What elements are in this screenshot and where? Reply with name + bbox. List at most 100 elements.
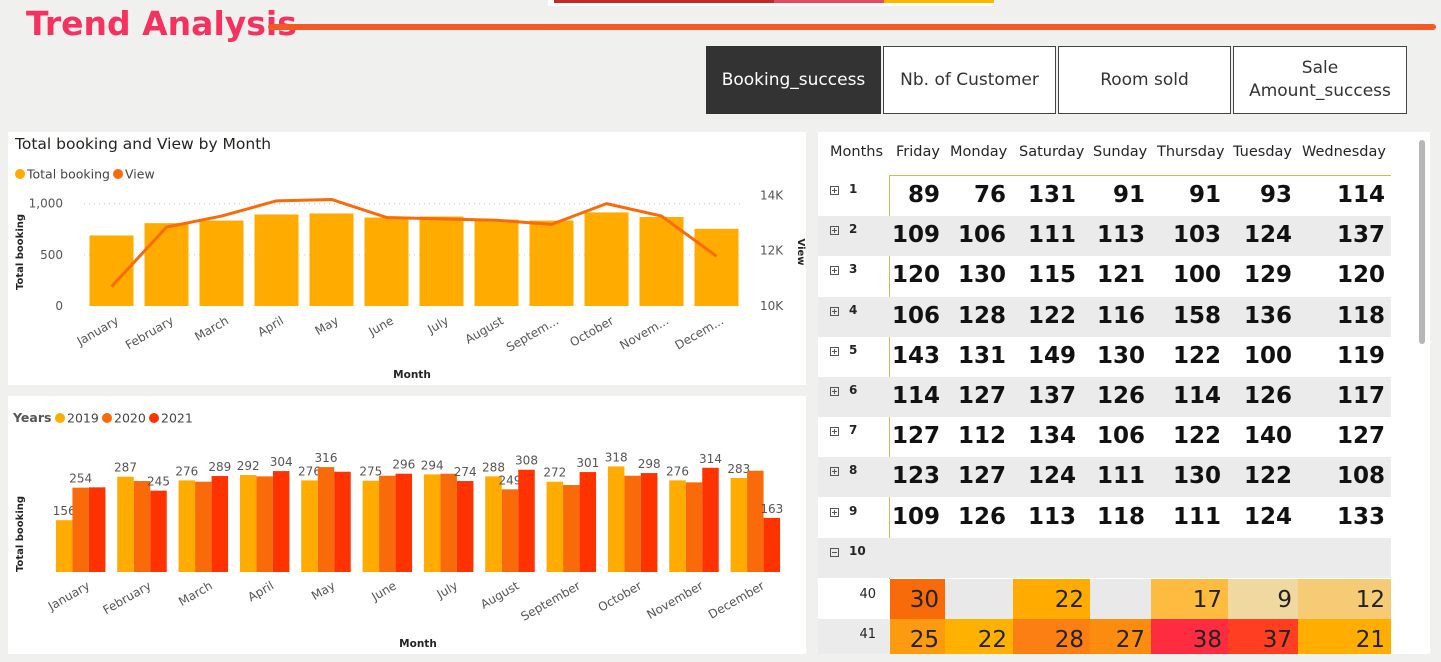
column-header-thursday[interactable]: Thursday [1157,144,1224,160]
data-label: 163 [760,502,783,516]
bar-2019[interactable] [55,520,73,572]
data-label: 314 [699,452,722,466]
bar-2021[interactable] [272,471,290,572]
bar-2020[interactable] [563,485,580,572]
x-tick-label: October [567,313,616,349]
bar-2019[interactable] [239,475,257,572]
expand-icon[interactable] [830,387,839,396]
scrollbar-thumb[interactable] [1419,140,1425,344]
column-header-friday[interactable]: Friday [896,144,940,160]
legend-label-view: View [125,167,155,182]
bar-2020[interactable] [379,475,396,572]
bar-2019[interactable] [485,476,502,572]
collapse-icon[interactable] [830,547,839,557]
bar-2019[interactable] [178,480,196,572]
expand-icon[interactable] [830,266,839,276]
top-strip-segment [884,0,994,3]
data-label: 287 [114,461,137,475]
bar-total-booking[interactable] [419,216,464,306]
x-tick-label: October [596,578,645,614]
bar-2019[interactable] [423,474,441,572]
expand-icon[interactable] [830,346,839,356]
bar-2019[interactable] [546,481,564,572]
bar-total-booking[interactable] [694,228,739,306]
x-tick-label: August [463,313,507,346]
expand-icon[interactable] [830,467,839,477]
expand-icon[interactable] [830,306,839,316]
bar-2021[interactable] [334,471,351,572]
bar-total-booking[interactable] [529,220,574,306]
bar-2020[interactable] [747,470,764,572]
bar-2020[interactable] [624,475,641,572]
x-tick-label: April [255,313,286,339]
tab-booking-success[interactable]: Booking_success [706,46,881,114]
bar-total-booking[interactable] [474,219,519,306]
tab-nb-of-customer[interactable]: Nb. of Customer [883,46,1056,114]
heatmap-cell: 22 [945,619,1013,654]
column-header-wednesday[interactable]: Wednesday [1302,144,1386,160]
y2-tick-label: 12K [760,244,784,258]
matrix-cell: 76 [973,182,1006,208]
column-header-tuesday[interactable]: Tuesday [1233,144,1292,160]
matrix-cell: 122 [1172,423,1221,450]
bar-2020[interactable] [133,481,151,572]
bar-2021[interactable] [88,487,106,572]
x-tick-label: March [192,313,231,343]
bar-2021[interactable] [456,481,474,572]
matrix-cell: 120 [891,262,940,289]
expand-icon[interactable] [830,186,839,195]
tab-sale-amount-success[interactable]: Sale Amount_success [1233,46,1407,114]
bar-2021[interactable] [579,472,597,572]
bar-2020[interactable] [440,473,457,572]
bar-2020[interactable] [256,476,273,572]
bar-total-booking[interactable] [254,214,299,306]
bar-2019[interactable] [117,476,134,572]
bar-2021[interactable] [211,476,229,572]
bar-total-booking[interactable] [584,212,629,306]
bar-2019[interactable] [730,478,748,572]
bar-2021[interactable] [518,469,535,572]
heatmap-cell: 38 [1151,619,1228,654]
bar-total-booking[interactable] [364,217,409,306]
booking-view-chart-panel: Total booking and View by Month Total boo… [8,132,806,385]
bar-2019[interactable] [669,480,686,572]
bar-2020[interactable] [501,489,519,572]
expand-icon[interactable] [830,507,839,517]
heatmap-cell: 30 [890,579,945,619]
heatmap-cell: 17 [1151,579,1228,619]
bar-2019[interactable] [301,480,318,572]
column-header-months[interactable]: Months [830,144,883,160]
x-tick-label: June [365,313,396,339]
bar-2019[interactable] [362,480,380,572]
bar-total-booking[interactable] [144,223,189,306]
bar-2021[interactable] [702,467,719,572]
heatmap-cell: 27 [1090,619,1151,654]
bar-total-booking[interactable] [639,217,684,306]
bar-2020[interactable] [685,482,703,572]
row-label: 6 [849,383,858,397]
bar-2019[interactable] [607,466,625,572]
bar-total-booking[interactable] [199,220,244,306]
heatmap-cell: 28 [1013,619,1090,654]
bar-2021[interactable] [150,490,167,572]
bar-2021[interactable] [763,517,781,572]
x-tick-label: August [478,578,522,611]
data-label: 276 [175,464,198,478]
expand-icon[interactable] [830,226,839,236]
data-label: 274 [454,465,477,479]
column-header-sunday[interactable]: Sunday [1093,144,1147,160]
expand-icon[interactable] [830,427,839,437]
column-header-saturday[interactable]: Saturday [1019,144,1084,160]
bar-2020[interactable] [195,481,212,572]
column-header-monday[interactable]: Monday [950,144,1007,160]
bar-2020[interactable] [317,467,335,572]
matrix-cell: 109 [891,222,940,249]
matrix-cell: 118 [1336,302,1385,329]
bar-2021[interactable] [640,473,658,572]
tab-room-sold[interactable]: Room sold [1058,46,1231,114]
bar-2021[interactable] [395,473,413,572]
matrix-cell: 140 [1243,423,1292,450]
bar-2020[interactable] [72,487,89,572]
bar-total-booking[interactable] [309,213,354,306]
sub-row-label: 40 [859,587,876,602]
